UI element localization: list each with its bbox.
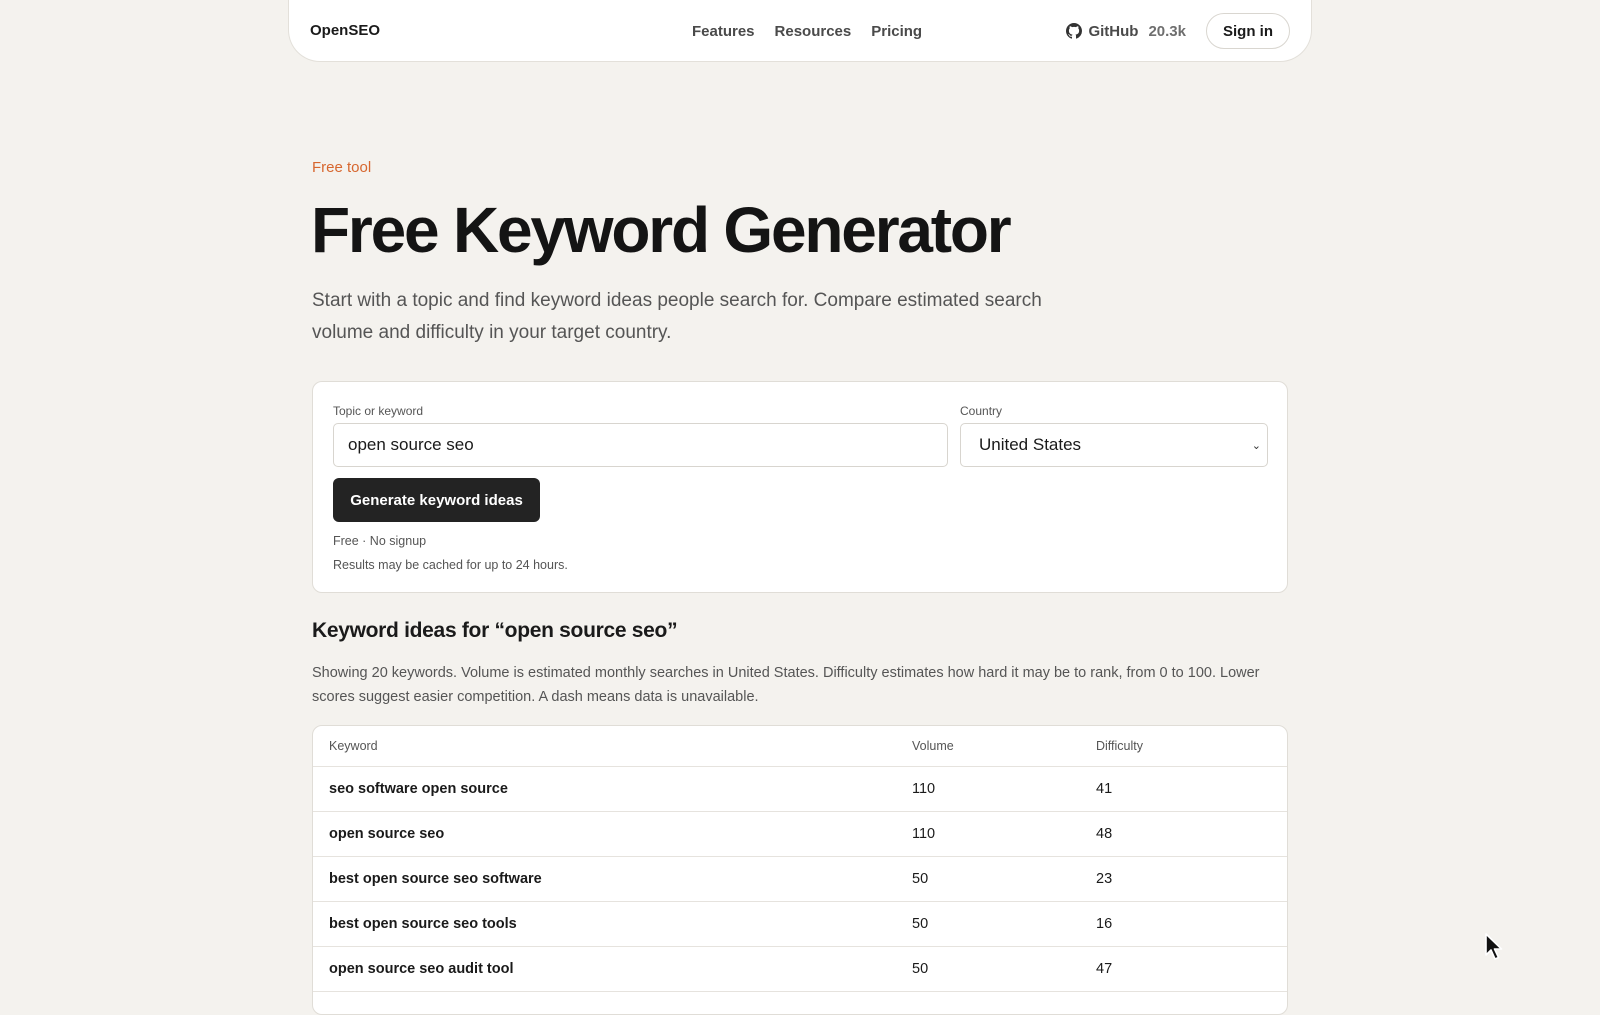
- results-description: Showing 20 keywords. Volume is estimated…: [312, 665, 1260, 705]
- difficulty-cell: 16: [1096, 916, 1113, 932]
- cache-note: Results may be cached for up to 24 hours…: [333, 558, 568, 572]
- difficulty-cell: 41: [1096, 781, 1113, 797]
- table-row: best open source seo tools 50 16: [313, 902, 1287, 947]
- topic-input[interactable]: [333, 423, 948, 467]
- country-label: Country: [960, 404, 1003, 418]
- nav-links: Features Resources Pricing: [692, 0, 922, 62]
- keyword-form-card: Topic or keyword Country United States ⌄…: [312, 381, 1288, 593]
- table-row: open source seo audit tool 50 47: [313, 947, 1287, 992]
- volume-cell: 50: [912, 961, 929, 977]
- difficulty-cell: 23: [1096, 871, 1113, 887]
- github-link[interactable]: GitHub 20.3k: [1066, 23, 1186, 40]
- github-icon: [1066, 23, 1083, 39]
- volume-cell: 50: [912, 916, 929, 932]
- column-header-volume[interactable]: Volume: [912, 726, 954, 767]
- generate-keyword-ideas-button[interactable]: Generate keyword ideas: [333, 478, 540, 522]
- table-row: best open source seo software 50 23: [313, 857, 1287, 902]
- eyebrow-label: Free tool: [312, 159, 372, 176]
- keyword-cell: seo software open source: [329, 781, 508, 797]
- github-label: GitHub: [1088, 22, 1139, 40]
- keyword-cell: best open source seo tools: [329, 916, 517, 932]
- volume-cell: 110: [912, 826, 936, 842]
- page-description: Start with a topic and find keyword idea…: [312, 290, 1042, 343]
- table-row: open source seo 110 48: [313, 812, 1287, 857]
- column-header-difficulty[interactable]: Difficulty: [1096, 726, 1143, 767]
- difficulty-cell: 48: [1096, 826, 1113, 842]
- country-select[interactable]: United States ⌄: [960, 423, 1268, 467]
- results-title: Keyword ideas for “open source seo”: [312, 619, 678, 642]
- nav-link-resources[interactable]: Resources: [775, 23, 852, 40]
- nav-link-features[interactable]: Features: [692, 23, 755, 40]
- table-header: Keyword Volume Difficulty: [313, 726, 1287, 767]
- country-select-value: United States: [979, 435, 1082, 454]
- keyword-cell: open source seo: [329, 826, 445, 842]
- difficulty-cell: 47: [1096, 961, 1113, 977]
- free-note: Free · No signup: [333, 534, 427, 548]
- keyword-cell: open source seo audit tool: [329, 961, 514, 977]
- table-row: seo software open source 110 41: [313, 767, 1287, 812]
- nav-link-pricing[interactable]: Pricing: [871, 23, 922, 40]
- sign-in-button[interactable]: Sign in: [1206, 13, 1290, 49]
- column-header-keyword[interactable]: Keyword: [329, 726, 378, 767]
- github-stars-count: 20.3k: [1148, 22, 1186, 40]
- mouse-pointer-icon: [1485, 933, 1503, 960]
- keyword-cell: best open source seo software: [329, 871, 542, 887]
- nav-right: GitHub 20.3k Sign in: [1066, 0, 1290, 62]
- volume-cell: 50: [912, 871, 929, 887]
- top-navbar: OpenSEO Features Resources Pricing GitHu…: [288, 0, 1312, 62]
- page-title: Free Keyword Generator: [311, 194, 1012, 266]
- chevron-down-icon: ⌄: [1251, 439, 1261, 452]
- topic-label: Topic or keyword: [333, 404, 424, 418]
- logo[interactable]: OpenSEO: [310, 22, 380, 39]
- keyword-table: Keyword Volume Difficulty seo software o…: [312, 725, 1288, 1015]
- volume-cell: 110: [912, 781, 936, 797]
